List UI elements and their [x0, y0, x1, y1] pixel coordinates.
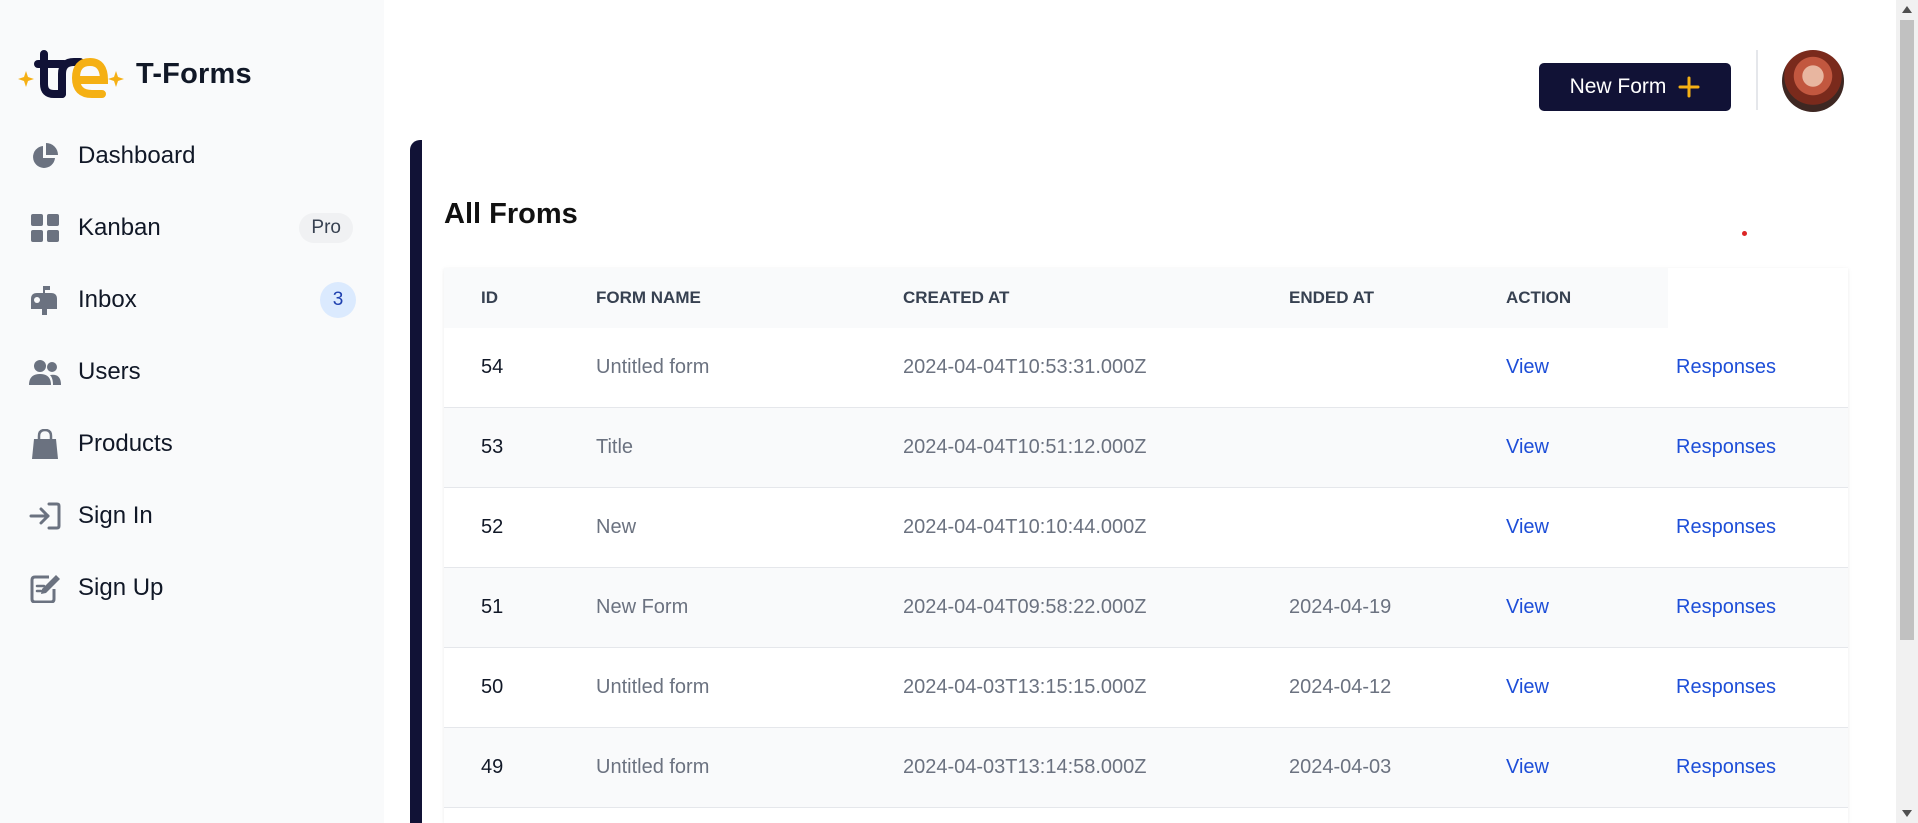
- brand[interactable]: T-Forms: [18, 50, 252, 98]
- panel-accent-bar: [410, 140, 422, 823]
- table-row: 52 New 2024-04-04T10:10:44.000Z View Res…: [444, 488, 1848, 568]
- table-row: 51 New Form 2024-04-04T09:58:22.000Z 202…: [444, 568, 1848, 648]
- sidebar-item-label: Sign Up: [78, 574, 164, 601]
- cell-id: 51: [481, 596, 504, 618]
- sidebar-item-label: Kanban: [78, 214, 161, 241]
- cell-created-at: 2024-04-04T09:58:22.000Z: [903, 596, 1147, 618]
- view-link[interactable]: View: [1506, 488, 1549, 567]
- new-form-label: New Form: [1569, 75, 1667, 98]
- sidebar-item-dashboard[interactable]: Dashboard: [20, 120, 356, 192]
- tforms-logo-icon: [18, 50, 124, 98]
- view-link[interactable]: View: [1506, 648, 1549, 727]
- users-icon: [29, 356, 61, 388]
- sign-in-icon: [29, 500, 61, 532]
- cell-form-name: New: [596, 516, 637, 538]
- scroll-up-arrow-icon[interactable]: [1902, 6, 1912, 13]
- table-row: 53 Title 2024-04-04T10:51:12.000Z View R…: [444, 408, 1848, 488]
- sidebar-item-label: Inbox: [78, 286, 137, 313]
- cell-id: 54: [481, 356, 504, 378]
- view-link[interactable]: View: [1506, 328, 1549, 407]
- sidebar-item-kanban[interactable]: Kanban Pro: [20, 192, 356, 264]
- cell-created-at: 2024-04-04T10:51:12.000Z: [903, 436, 1147, 458]
- brand-name: T-Forms: [136, 57, 252, 90]
- sidebar-item-label: Sign In: [78, 502, 153, 529]
- responses-link[interactable]: Responses: [1676, 328, 1776, 407]
- responses-link[interactable]: Responses: [1676, 488, 1776, 567]
- pie-chart-icon: [29, 140, 61, 172]
- cell-created-at: 2024-04-04T10:10:44.000Z: [903, 516, 1147, 538]
- table-body: 54 Untitled form 2024-04-04T10:53:31.000…: [444, 328, 1848, 808]
- scroll-down-arrow-icon[interactable]: [1902, 810, 1912, 817]
- cell-created-at: 2024-04-03T13:14:58.000Z: [903, 756, 1147, 778]
- responses-link[interactable]: Responses: [1676, 728, 1776, 807]
- sidebar-item-label: Users: [78, 358, 141, 385]
- mailbox-icon: [29, 284, 61, 316]
- page-title: All Froms: [444, 198, 578, 230]
- page-scrollbar[interactable]: [1896, 0, 1918, 823]
- cell-ended-at: 2024-04-12: [1289, 676, 1392, 698]
- sign-up-icon: [29, 572, 61, 604]
- cell-form-name: Title: [596, 436, 634, 458]
- responses-link[interactable]: Responses: [1676, 648, 1776, 727]
- grid-icon: [29, 212, 61, 244]
- sidebar-item-label: Dashboard: [78, 142, 196, 169]
- responses-link[interactable]: Responses: [1676, 408, 1776, 487]
- view-link[interactable]: View: [1506, 728, 1549, 807]
- cell-form-name: Untitled form: [596, 756, 710, 778]
- scrollbar-thumb[interactable]: [1900, 20, 1914, 640]
- cell-id: 53: [481, 436, 504, 458]
- sidebar-item-sign-in[interactable]: Sign In: [20, 480, 356, 552]
- new-form-button[interactable]: New Form: [1539, 63, 1731, 111]
- main-content: New Form All Froms ID FORM NAME CREATED …: [384, 0, 1896, 823]
- sidebar-item-sign-up[interactable]: Sign Up: [20, 552, 356, 624]
- sidebar-item-products[interactable]: Products: [20, 408, 356, 480]
- sidebar: T-Forms Dashboard Kanban Pro Inbox 3 Use…: [0, 0, 384, 823]
- responses-link[interactable]: Responses: [1676, 568, 1776, 647]
- shopping-bag-icon: [29, 428, 61, 460]
- table-row: 49 Untitled form 2024-04-03T13:14:58.000…: [444, 728, 1848, 808]
- view-link[interactable]: View: [1506, 408, 1549, 487]
- table-row: 54 Untitled form 2024-04-04T10:53:31.000…: [444, 328, 1848, 408]
- cell-id: 52: [481, 516, 504, 538]
- cell-form-name: Untitled form: [596, 356, 710, 378]
- table-row: 50 Untitled form 2024-04-03T13:15:15.000…: [444, 648, 1848, 728]
- cell-ended-at: 2024-04-19: [1289, 596, 1392, 618]
- pro-badge: Pro: [299, 213, 353, 243]
- sidebar-nav: Dashboard Kanban Pro Inbox 3 Users Produ…: [20, 120, 356, 624]
- inbox-count-badge: 3: [320, 282, 356, 318]
- cell-created-at: 2024-04-03T13:15:15.000Z: [903, 676, 1147, 698]
- cell-id: 50: [481, 676, 504, 698]
- column-header-ended-at: ENDED AT: [1289, 288, 1374, 307]
- plus-icon: [1678, 76, 1700, 98]
- column-header-action: ACTION: [1506, 288, 1572, 307]
- view-link[interactable]: View: [1506, 568, 1549, 647]
- status-dot: [1742, 231, 1747, 236]
- header-divider: [1756, 50, 1758, 110]
- sidebar-item-inbox[interactable]: Inbox 3: [20, 264, 356, 336]
- cell-id: 49: [481, 756, 504, 778]
- sidebar-item-users[interactable]: Users: [20, 336, 356, 408]
- cell-created-at: 2024-04-04T10:53:31.000Z: [903, 356, 1147, 378]
- table-header: ID FORM NAME CREATED AT ENDED AT ACTION: [444, 268, 1668, 328]
- cell-ended-at: 2024-04-03: [1289, 756, 1392, 778]
- cell-form-name: Untitled form: [596, 676, 710, 698]
- sidebar-item-label: Products: [78, 430, 173, 457]
- forms-table: ID FORM NAME CREATED AT ENDED AT ACTION …: [444, 268, 1848, 823]
- column-header-created-at: CREATED AT: [903, 288, 1010, 307]
- avatar[interactable]: [1782, 50, 1844, 112]
- column-header-id: ID: [481, 288, 498, 307]
- cell-form-name: New Form: [596, 596, 689, 618]
- column-header-form-name: FORM NAME: [596, 288, 701, 307]
